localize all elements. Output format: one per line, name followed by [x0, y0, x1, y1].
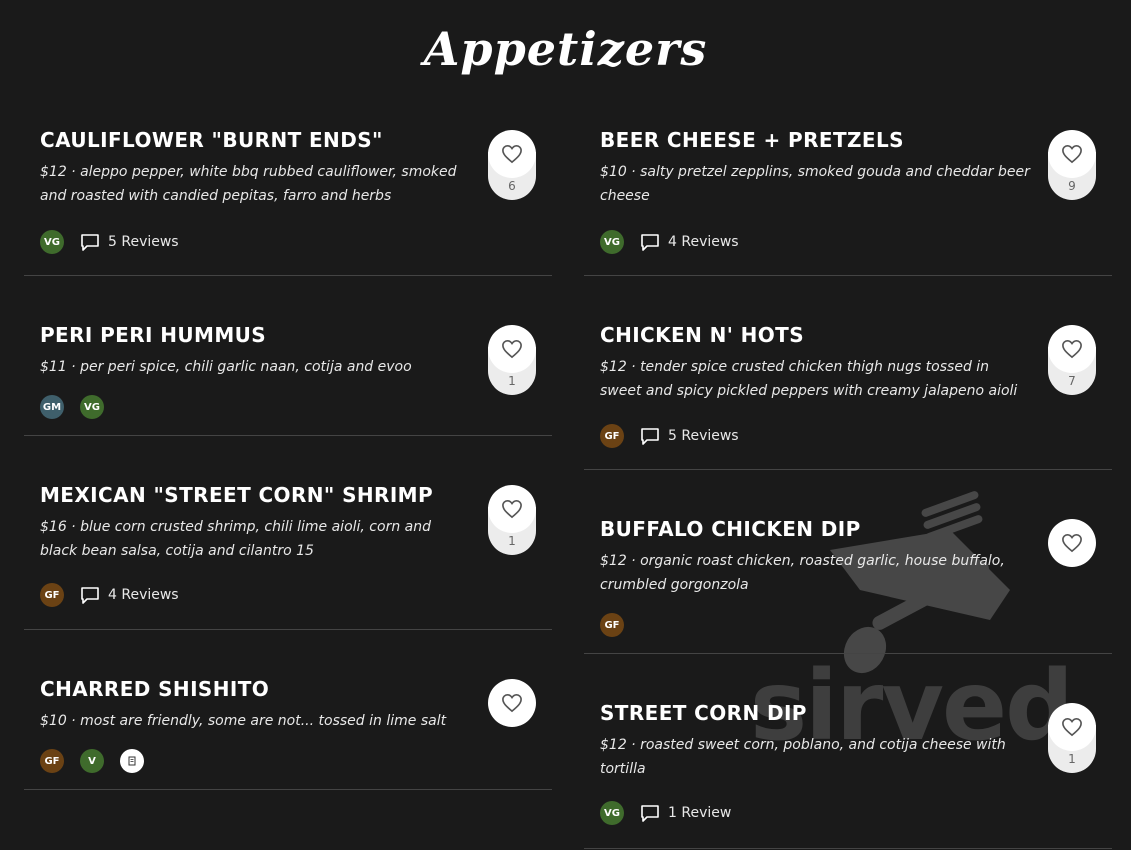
reviews-link[interactable]: 1 Review [640, 803, 731, 823]
menu-item: CHARRED SHISHITO $10 · most are friendly… [24, 677, 552, 790]
item-description: $12 · tender spice crusted chicken thigh… [600, 359, 1018, 399]
item-name: PERI PERI HUMMUS [40, 323, 267, 347]
heart-icon [1062, 717, 1082, 737]
menu-item: PERI PERI HUMMUS $11 · per peri spice, c… [24, 323, 552, 436]
heart-icon [1062, 144, 1082, 164]
item-tags: VG 5 Reviews [40, 230, 179, 254]
item-name: BEER CHEESE + PRETZELS [600, 128, 904, 152]
tag-gm: GM [40, 395, 64, 419]
tag-v: V [80, 749, 104, 773]
page-title: Appetizers [423, 22, 708, 76]
like-button[interactable] [1048, 325, 1096, 373]
menu-item: CAULIFLOWER "BURNT ENDS" $12 · aleppo pe… [24, 128, 552, 276]
tag-gf: GF [600, 424, 624, 448]
reviews-link[interactable]: 4 Reviews [80, 585, 179, 605]
tag-gf: GF [40, 583, 64, 607]
reviews-link[interactable]: 5 Reviews [80, 232, 179, 252]
reviews-link[interactable]: 4 Reviews [640, 232, 739, 252]
reviews-link[interactable]: 5 Reviews [640, 426, 739, 446]
item-description: $12 · aleppo pepper, white bbq rubbed ca… [40, 164, 457, 204]
item-name: CHARRED SHISHITO [40, 677, 270, 701]
item-description: $12 · organic roast chicken, roasted gar… [600, 553, 1005, 593]
reviews-count: 4 Reviews [108, 587, 179, 603]
heart-icon [1062, 533, 1082, 553]
reviews-count: 4 Reviews [668, 234, 739, 250]
menu-item: STREET CORN DIP $12 · roasted sweet corn… [584, 701, 1112, 849]
tag-gf: GF [600, 613, 624, 637]
item-description: $12 · roasted sweet corn, poblano, and c… [600, 737, 1006, 777]
item-description: $10 · salty pretzel zepplins, smoked gou… [600, 164, 1030, 204]
item-name: CHICKEN N' HOTS [600, 323, 805, 347]
like-button[interactable] [1048, 519, 1096, 567]
comment-icon [81, 587, 99, 604]
menu-icon [120, 749, 144, 773]
item-tags: GM VG [40, 395, 104, 419]
tag-gf: GF [40, 749, 64, 773]
heart-icon [502, 144, 522, 164]
like-button[interactable] [1048, 130, 1096, 178]
menu-item: MEXICAN "STREET CORN" SHRIMP $16 · blue … [24, 483, 552, 630]
menu-item: BUFFALO CHICKEN DIP $12 · organic roast … [584, 517, 1112, 654]
comment-icon [81, 234, 99, 251]
heart-icon [502, 499, 522, 519]
item-tags: GF 5 Reviews [600, 424, 739, 448]
item-tags: GF [600, 613, 624, 637]
item-description: $10 · most are friendly, some are not...… [40, 713, 447, 729]
item-name: MEXICAN "STREET CORN" SHRIMP [40, 483, 434, 507]
like-button[interactable] [488, 679, 536, 727]
like-button[interactable] [488, 485, 536, 533]
item-tags: GF V [40, 749, 144, 773]
item-name: BUFFALO CHICKEN DIP [600, 517, 861, 541]
item-name: CAULIFLOWER "BURNT ENDS" [40, 128, 383, 152]
document-glyph [128, 756, 136, 766]
like-button[interactable] [488, 130, 536, 178]
heart-icon [502, 693, 522, 713]
menu-item: BEER CHEESE + PRETZELS $10 · salty pretz… [584, 128, 1112, 276]
item-description: $11 · per peri spice, chili garlic naan,… [40, 359, 412, 375]
like-button[interactable] [1048, 703, 1096, 751]
comment-icon [641, 234, 659, 251]
heart-icon [502, 339, 522, 359]
item-tags: VG 1 Review [600, 801, 731, 825]
like-button[interactable] [488, 325, 536, 373]
reviews-count: 5 Reviews [108, 234, 179, 250]
item-name: STREET CORN DIP [600, 701, 807, 725]
item-description: $16 · blue corn crusted shrimp, chili li… [40, 519, 431, 559]
tag-vg: VG [600, 801, 624, 825]
item-tags: GF 4 Reviews [40, 583, 179, 607]
menu-item: CHICKEN N' HOTS $12 · tender spice crust… [584, 323, 1112, 470]
comment-icon [641, 805, 659, 822]
item-tags: VG 4 Reviews [600, 230, 739, 254]
heart-icon [1062, 339, 1082, 359]
tag-vg: VG [80, 395, 104, 419]
comment-icon [641, 428, 659, 445]
tag-vg: VG [600, 230, 624, 254]
reviews-count: 5 Reviews [668, 428, 739, 444]
reviews-count: 1 Review [668, 805, 732, 821]
tag-vg: VG [40, 230, 64, 254]
